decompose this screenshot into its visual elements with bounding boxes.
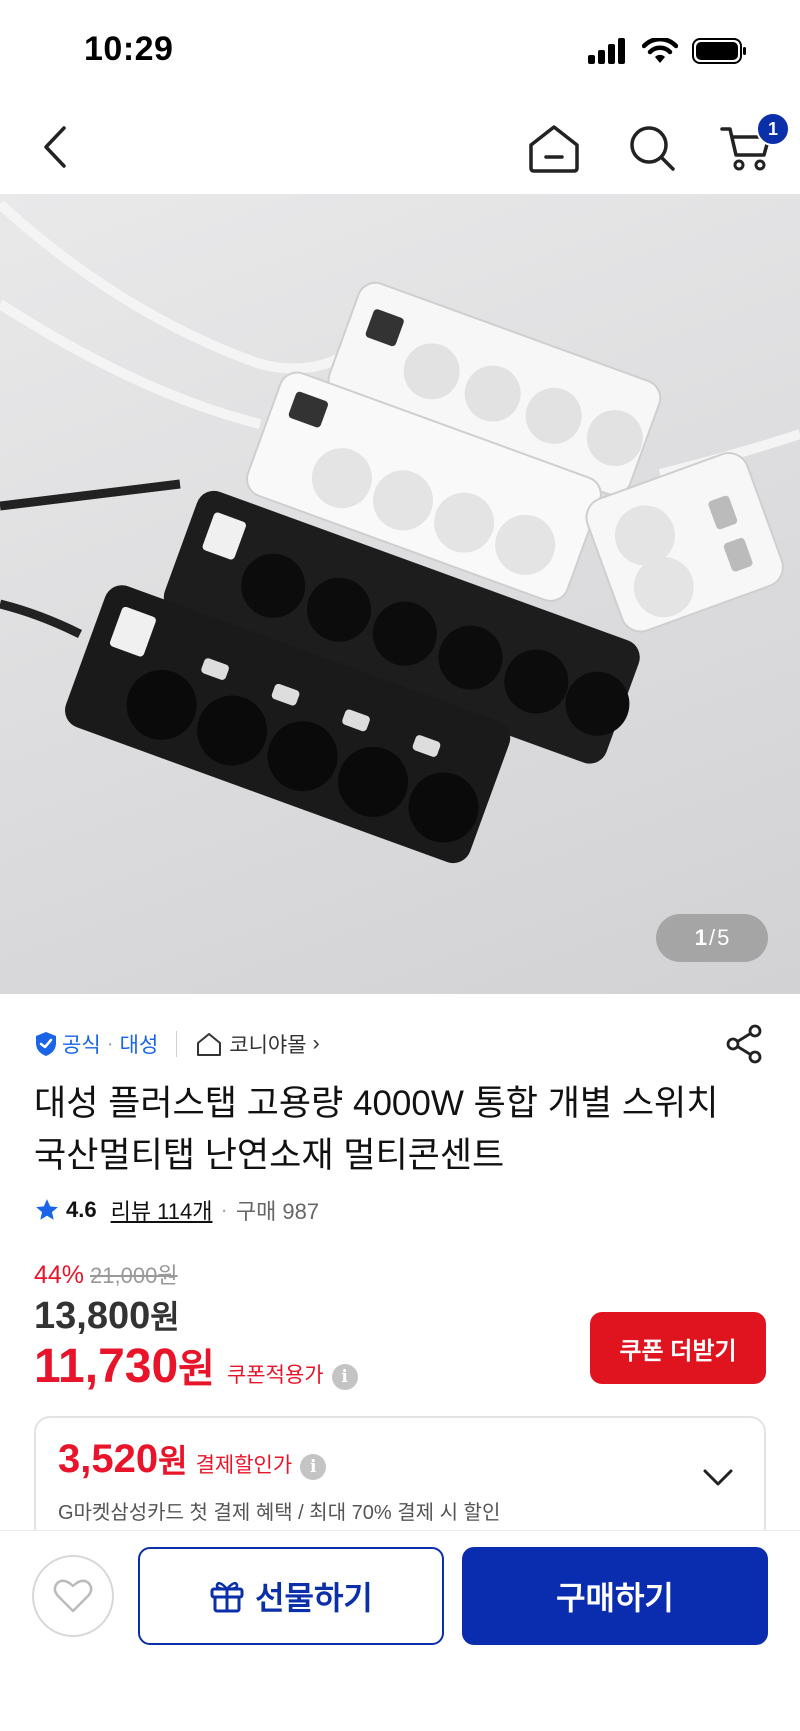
info-icon[interactable]: i	[331, 1364, 358, 1390]
store-row: 공식 · 대성 코니야몰 ›	[34, 1024, 766, 1064]
shop-link[interactable]: 코니야몰 ›	[195, 1029, 320, 1059]
store-separator: ·	[106, 1032, 114, 1055]
official-label: 공식	[62, 1034, 101, 1057]
coupon-price: 11,730 원 쿠폰적용가 i	[34, 1336, 358, 1394]
card-discount-description: G마켓삼성카드 첫 결제 혜택 / 최대 70% 결제 시 할인	[58, 1502, 501, 1524]
rating-score: 4.6	[66, 1197, 97, 1222]
share-button[interactable]	[722, 1022, 766, 1066]
product-title: 대성 플러스탭 고용량 4000W 통합 개별 스위치 국산멀티탭 난연소재 멀…	[34, 1084, 719, 1175]
store-divider	[176, 1031, 178, 1057]
purchase-count: 구매 987	[235, 1199, 320, 1224]
search-icon	[630, 126, 675, 171]
status-time: 10:29	[84, 30, 174, 68]
image-counter-total: 5	[717, 925, 730, 950]
buy-button[interactable]: 구매하기	[462, 1547, 768, 1645]
bottom-action-bar: 선물하기 구매하기	[0, 1530, 800, 1731]
wifi-icon	[642, 38, 678, 63]
top-nav	[0, 100, 800, 194]
product-image[interactable]	[0, 194, 800, 994]
status-icons	[588, 38, 748, 64]
coupon-price-note: 쿠폰적용가	[226, 1364, 324, 1387]
gift-button[interactable]: 선물하기	[138, 1547, 444, 1645]
power-strip-illustration	[0, 200, 800, 864]
back-icon	[44, 126, 66, 168]
back-button[interactable]	[28, 120, 82, 174]
home-button[interactable]	[524, 118, 584, 178]
coupon-price-number: 11,730	[34, 1340, 179, 1393]
shop-name: 코니야몰	[229, 1034, 307, 1057]
home-icon	[529, 125, 579, 173]
coupon-price-unit: 원	[178, 1347, 215, 1391]
original-price: 21,000원	[90, 1263, 178, 1288]
search-button[interactable]	[622, 118, 682, 178]
battery-icon	[692, 38, 746, 64]
expand-button[interactable]	[698, 1458, 738, 1498]
brand-link[interactable]: 대성	[120, 1029, 159, 1059]
more-coupons-button[interactable]: 쿠폰 더받기	[590, 1312, 766, 1384]
chevron-down-icon	[703, 1469, 733, 1486]
store-home-icon	[197, 1033, 222, 1056]
image-counter: 1 / 5	[656, 914, 768, 962]
signal-icon	[588, 38, 625, 64]
shop-chevron-icon: ›	[312, 1032, 320, 1055]
share-icon	[726, 1024, 762, 1064]
wishlist-button[interactable]	[32, 1555, 114, 1637]
heart-icon	[53, 1579, 93, 1613]
sale-price-unit: 원	[150, 1299, 180, 1335]
sale-price-number: 13,800	[34, 1295, 151, 1337]
rating-row: 4.6 리뷰 114개 · 구매 987	[34, 1194, 319, 1226]
official-badge[interactable]: 공식	[34, 1029, 101, 1059]
image-counter-current: 1	[694, 925, 707, 950]
discount-percent: 44%	[34, 1261, 85, 1289]
sale-price: 13,800원	[34, 1292, 180, 1338]
card-discount-note: 결제할인가	[195, 1454, 293, 1477]
gift-icon	[210, 1581, 244, 1613]
rating-separator: ·	[220, 1197, 228, 1222]
discount-row: 44% 21,000원	[34, 1258, 178, 1290]
status-bar: 10:29	[0, 0, 800, 100]
gift-button-label: 선물하기	[255, 1580, 373, 1616]
shield-check-icon	[36, 1032, 56, 1056]
image-counter-separator: /	[708, 925, 716, 950]
card-discount-amount: 3,520 원 결제할인가 i	[58, 1436, 327, 1482]
info-icon[interactable]: i	[300, 1454, 327, 1480]
card-discount-panel[interactable]: 3,520 원 결제할인가 i G마켓삼성카드 첫 결제 혜택 / 최대 70% …	[34, 1416, 766, 1542]
star-icon	[36, 1199, 58, 1220]
reviews-link[interactable]: 리뷰 114개	[111, 1194, 213, 1226]
card-discount-unit: 원	[158, 1443, 188, 1479]
card-discount-number: 3,520	[58, 1437, 159, 1481]
cart-count-badge: 1	[756, 112, 790, 146]
